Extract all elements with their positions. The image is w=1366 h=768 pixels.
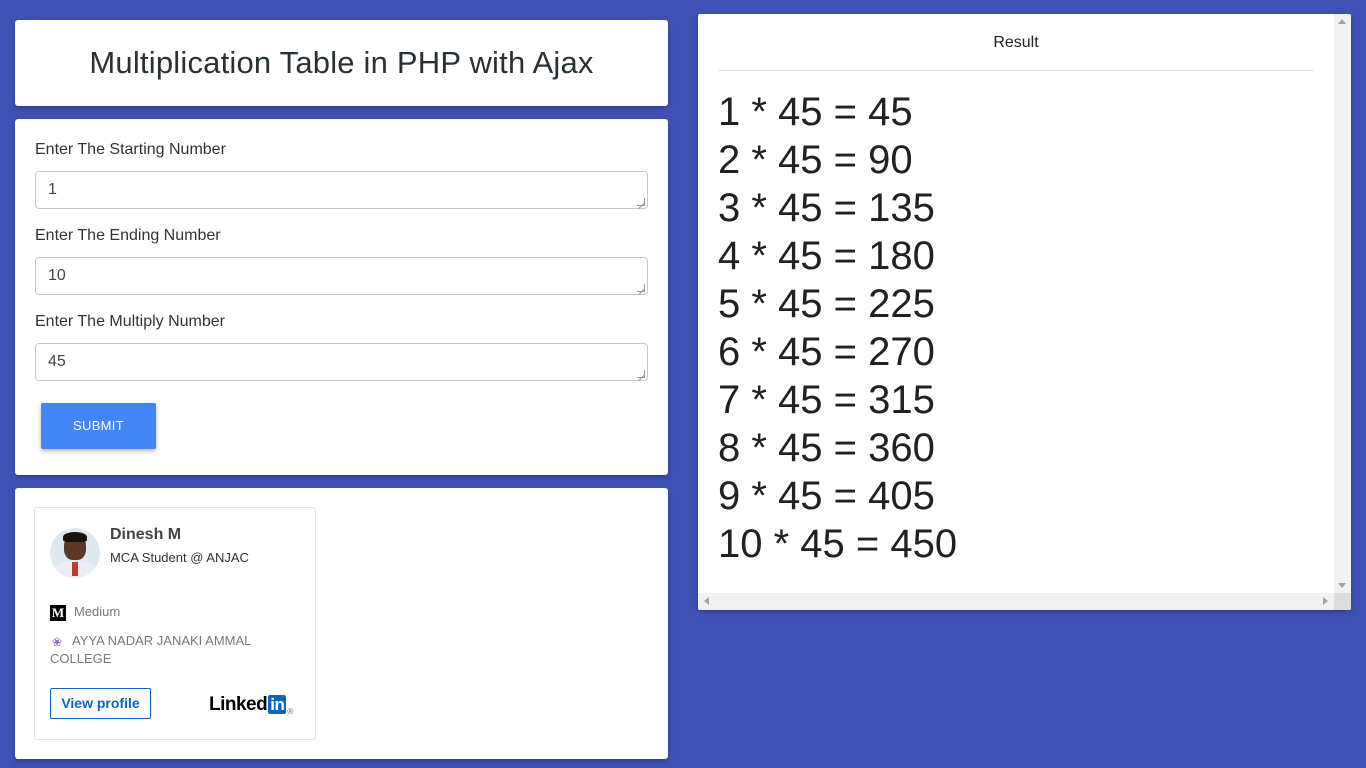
end-number-input[interactable]: 10 (35, 257, 648, 295)
result-title: Result (718, 14, 1314, 71)
resize-grip-icon[interactable] (637, 198, 645, 206)
college-link[interactable]: ❀ AYYA NADAR JANAKI AMMAL COLLEGE (50, 632, 300, 668)
result-list: 1 * 45 = 45 2 * 45 = 90 3 * 45 = 135 4 *… (718, 88, 957, 568)
result-line: 7 * 45 = 315 (718, 378, 935, 422)
profile-card: Dinesh M MCA Student @ ANJAC M Medium ❀ AY… (15, 488, 668, 759)
form-card: Enter The Starting Number 1 Enter The En… (15, 119, 668, 475)
linkedin-badge: Dinesh M MCA Student @ ANJAC M Medium ❀ AY… (34, 507, 316, 740)
view-profile-button[interactable]: View profile (50, 688, 151, 719)
result-line: 6 * 45 = 270 (718, 330, 935, 374)
medium-icon: M (50, 604, 66, 621)
scroll-up-icon[interactable] (1338, 19, 1346, 24)
end-number-value: 10 (48, 267, 66, 284)
scrollbar-corner (1334, 593, 1351, 610)
multiply-number-label: Enter The Multiply Number (35, 313, 225, 330)
result-line: 3 * 45 = 135 (718, 186, 935, 230)
start-number-label: Enter The Starting Number (35, 141, 226, 158)
result-line: 9 * 45 = 405 (718, 474, 935, 518)
linkedin-logo[interactable]: Linked in ® (209, 694, 293, 716)
result-line: 10 * 45 = 450 (718, 522, 958, 566)
college-name-line1: AYYA NADAR JANAKI AMMAL (72, 633, 252, 648)
start-number-value: 1 (48, 181, 57, 198)
linkedin-in-icon: in (268, 695, 287, 714)
vertical-scrollbar[interactable] (1334, 14, 1351, 594)
medium-link-label: Medium (74, 604, 121, 619)
title-card: Multiplication Table in PHP with Ajax (15, 20, 668, 106)
scroll-left-icon[interactable] (704, 597, 709, 605)
resize-grip-icon[interactable] (637, 370, 645, 378)
scroll-down-icon[interactable] (1338, 583, 1346, 588)
result-line: 5 * 45 = 225 (718, 282, 935, 326)
horizontal-scrollbar[interactable] (698, 593, 1334, 610)
end-number-label: Enter The Ending Number (35, 227, 221, 244)
scroll-right-icon[interactable] (1323, 597, 1328, 605)
result-line: 8 * 45 = 360 (718, 426, 935, 470)
avatar-lanyard (72, 562, 78, 576)
start-number-input[interactable]: 1 (35, 171, 648, 209)
avatar[interactable] (50, 528, 100, 578)
submit-button[interactable]: SUBMIT (41, 403, 156, 449)
profile-name[interactable]: Dinesh M (110, 526, 181, 544)
result-line: 4 * 45 = 180 (718, 234, 935, 278)
result-line: 1 * 45 = 45 (718, 90, 913, 134)
college-name-line2: COLLEGE (50, 651, 112, 666)
linkedin-logo-text: Linked (209, 694, 268, 715)
multiply-number-value: 45 (48, 353, 66, 370)
college-crest-icon: ❀ (51, 634, 63, 649)
registered-mark: ® (287, 707, 293, 716)
result-panel: Result 1 * 45 = 45 2 * 45 = 90 3 * 45 = … (698, 14, 1351, 610)
resize-grip-icon[interactable] (637, 284, 645, 292)
multiply-number-input[interactable]: 45 (35, 343, 648, 381)
profile-headline: MCA Student @ ANJAC (110, 550, 249, 565)
result-line: 2 * 45 = 90 (718, 138, 913, 182)
medium-link[interactable]: M Medium (50, 604, 120, 621)
avatar-hair (63, 532, 87, 542)
page-title: Multiplication Table in PHP with Ajax (89, 45, 594, 80)
